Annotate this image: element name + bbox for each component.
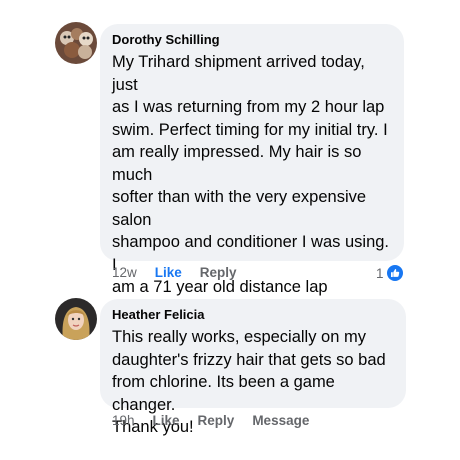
comment-actions: 12w Like Reply [112, 265, 255, 280]
reaction-count: 1 [376, 265, 384, 281]
comment-bubble: Heather Felicia This really works, espec… [100, 299, 406, 436]
reply-button[interactable]: Reply [198, 413, 235, 428]
avatar[interactable] [55, 298, 97, 340]
comment-bubble: Dorothy Schilling My Trihard shipment ar… [100, 24, 404, 409]
avatar[interactable] [55, 22, 97, 64]
comment-timestamp[interactable]: 12w [112, 265, 137, 280]
message-button[interactable]: Message [252, 413, 309, 428]
comment-timestamp[interactable]: 19h [112, 413, 135, 428]
comment-actions: 19h Like Reply Message [112, 413, 327, 428]
like-button[interactable]: Like [153, 413, 180, 428]
thumbs-up-icon [386, 265, 403, 281]
reaction-summary[interactable]: 1 [376, 265, 403, 281]
like-button[interactable]: Like [155, 265, 182, 280]
comment-author[interactable]: Dorothy Schilling [112, 32, 392, 48]
reply-button[interactable]: Reply [200, 265, 237, 280]
comment-author[interactable]: Heather Felicia [112, 307, 394, 323]
